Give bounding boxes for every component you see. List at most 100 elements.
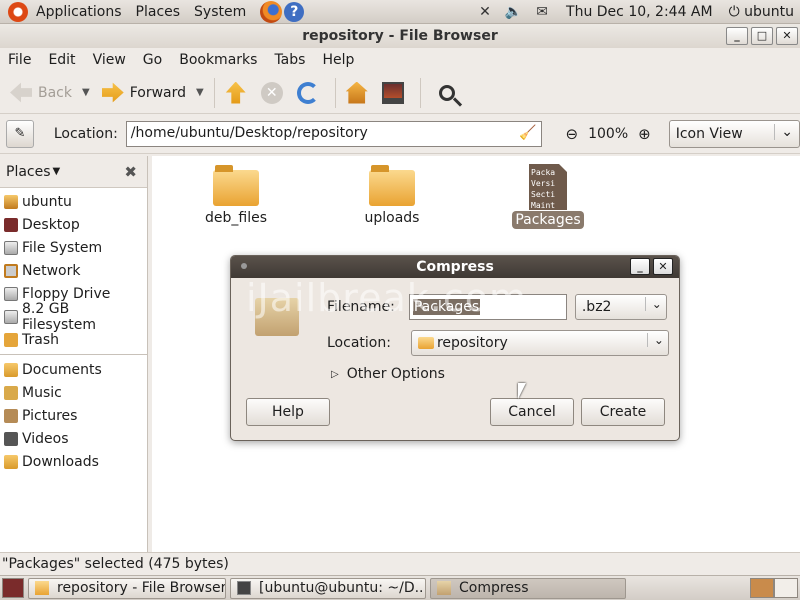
- user-menu[interactable]: ⏻ ubuntu: [729, 4, 794, 20]
- sidebar-item-downloads[interactable]: Downloads: [0, 450, 147, 473]
- sidebar-item-filesystem-8gb[interactable]: 8.2 GB Filesystem: [0, 301, 147, 333]
- archive-icon: [437, 581, 451, 595]
- folder-icon: [4, 362, 18, 377]
- clear-icon[interactable]: 🧹: [519, 125, 536, 141]
- dialog-minimize-button[interactable]: _: [630, 258, 650, 275]
- sidebar-item-desktop[interactable]: Desktop: [0, 213, 147, 236]
- help-icon[interactable]: ?: [284, 1, 305, 22]
- cancel-button[interactable]: Cancel: [490, 398, 574, 426]
- volume-icon[interactable]: 🔈: [505, 4, 522, 20]
- sidebar-item-music[interactable]: Music: [0, 381, 147, 404]
- view-mode-select[interactable]: Icon View ⌄: [668, 119, 800, 148]
- up-arrow-icon: [225, 81, 246, 104]
- dialog-close-button[interactable]: ✕: [653, 258, 673, 275]
- file-name: Packages: [512, 211, 584, 229]
- menu-help[interactable]: Help: [322, 52, 354, 68]
- minimize-button[interactable]: _: [726, 27, 748, 45]
- close-button[interactable]: ✕: [776, 27, 798, 45]
- sidebar-item-network[interactable]: Network: [0, 259, 147, 282]
- stop-button[interactable]: ✕: [257, 75, 293, 111]
- file-item-uploads[interactable]: uploads: [356, 165, 428, 226]
- mail-icon[interactable]: ✉: [536, 4, 548, 20]
- create-button[interactable]: Create: [581, 398, 665, 426]
- menu-edit[interactable]: Edit: [48, 52, 75, 68]
- location-select[interactable]: repository ⌄: [410, 330, 669, 356]
- sidebar-item-label: ubuntu: [22, 193, 72, 210]
- menu-file[interactable]: File: [8, 52, 31, 68]
- file-name: deb_files: [204, 210, 267, 226]
- places-list: ubuntu Desktop File System Network Flopp…: [0, 188, 147, 473]
- mouse-cursor-icon: [518, 383, 526, 399]
- location-input[interactable]: /home/ubuntu/Desktop/repository 🧹: [125, 120, 542, 147]
- home-button[interactable]: [342, 75, 378, 111]
- trash-icon: [4, 332, 18, 347]
- menu-tabs[interactable]: Tabs: [274, 52, 305, 68]
- chevron-down-icon[interactable]: ▼: [82, 87, 90, 98]
- dialog-title: Compress: [416, 259, 494, 275]
- extension-value: .bz2: [581, 299, 612, 315]
- sidebar-item-home[interactable]: ubuntu: [0, 190, 147, 213]
- workspace-2[interactable]: [774, 578, 798, 598]
- extension-select[interactable]: .bz2 ⌄: [574, 294, 667, 320]
- other-options-expander[interactable]: ▷ Other Options: [331, 366, 445, 382]
- location-label: Location:: [53, 125, 118, 142]
- chevron-down-icon[interactable]: ▼: [196, 87, 204, 98]
- network-disconnected-icon[interactable]: ✕: [479, 4, 491, 20]
- file-item-deb-files[interactable]: deb_files: [200, 165, 272, 226]
- workspace-1[interactable]: [750, 578, 774, 598]
- toggle-location-button[interactable]: ✎: [6, 119, 34, 148]
- sidebar-item-documents[interactable]: Documents: [0, 358, 147, 381]
- menubar: File Edit View Go Bookmarks Tabs Help: [0, 48, 800, 72]
- sidebar-item-filesystem[interactable]: File System: [0, 236, 147, 259]
- back-button[interactable]: Back ▼: [6, 75, 94, 111]
- window-controls: _ □ ✕: [723, 27, 798, 45]
- taskbar-item-file-browser[interactable]: repository - File Browser: [28, 577, 226, 599]
- toolbar-separator: [213, 77, 215, 108]
- location-label: Location:: [327, 335, 391, 351]
- menu-go[interactable]: Go: [143, 52, 162, 68]
- zoom-out-icon[interactable]: ⊖: [566, 125, 579, 143]
- sidebar-item-label: File System: [22, 239, 103, 256]
- folder-icon: [213, 165, 259, 206]
- taskbar-item-compress[interactable]: Compress: [430, 577, 626, 599]
- menu-applications[interactable]: Applications: [36, 4, 122, 20]
- up-button[interactable]: [221, 75, 257, 111]
- text-file-icon: Packa Versi Secti Maint: [529, 164, 567, 210]
- filename-input[interactable]: Packages: [408, 294, 567, 320]
- show-desktop-icon[interactable]: [2, 578, 24, 598]
- toolbar-separator: [419, 77, 421, 108]
- sidebar-item-videos[interactable]: Videos: [0, 427, 147, 450]
- search-button[interactable]: [435, 75, 459, 111]
- sidebar-item-pictures[interactable]: Pictures: [0, 404, 147, 427]
- status-text: "Packages" selected (475 bytes): [2, 556, 229, 572]
- taskbar-item-terminal[interactable]: [ubuntu@ubuntu: ~/D...: [230, 577, 426, 599]
- create-button-label: Create: [599, 404, 647, 420]
- maximize-button[interactable]: □: [751, 27, 773, 45]
- reload-button[interactable]: [293, 75, 329, 111]
- menu-view[interactable]: View: [93, 52, 126, 68]
- drive-icon: [4, 309, 18, 324]
- close-sidebar-icon[interactable]: ✖: [124, 163, 137, 181]
- toolbar-separator: [334, 77, 336, 108]
- menu-system[interactable]: System: [194, 4, 246, 20]
- window-title: repository - File Browser: [302, 28, 498, 44]
- window-menu-icon[interactable]: [241, 263, 247, 269]
- file-item-packages[interactable]: Packa Versi Secti Maint Packages: [508, 164, 588, 229]
- sidebar-header[interactable]: Places ▼ ✖: [0, 156, 147, 188]
- forward-button[interactable]: Forward ▼: [98, 75, 208, 111]
- status-bar: "Packages" selected (475 bytes): [0, 552, 800, 574]
- window-titlebar: repository - File Browser _ □ ✕: [0, 24, 800, 48]
- file-preview-line: Versi: [531, 179, 556, 188]
- menu-places[interactable]: Places: [136, 4, 181, 20]
- clock[interactable]: Thu Dec 10, 2:44 AM: [566, 4, 713, 20]
- help-button[interactable]: Help: [246, 398, 330, 426]
- computer-button[interactable]: [378, 75, 414, 111]
- chevron-down-icon: ⌄: [774, 123, 793, 140]
- zoom-in-icon[interactable]: ⊕: [638, 125, 651, 143]
- firefox-icon[interactable]: [260, 0, 283, 23]
- folder-icon: [417, 337, 434, 349]
- sidebar-title: Places: [6, 163, 51, 180]
- menu-bookmarks[interactable]: Bookmarks: [179, 52, 257, 68]
- zoom-level[interactable]: 100%: [588, 126, 628, 142]
- ubuntu-logo-icon[interactable]: [8, 1, 28, 22]
